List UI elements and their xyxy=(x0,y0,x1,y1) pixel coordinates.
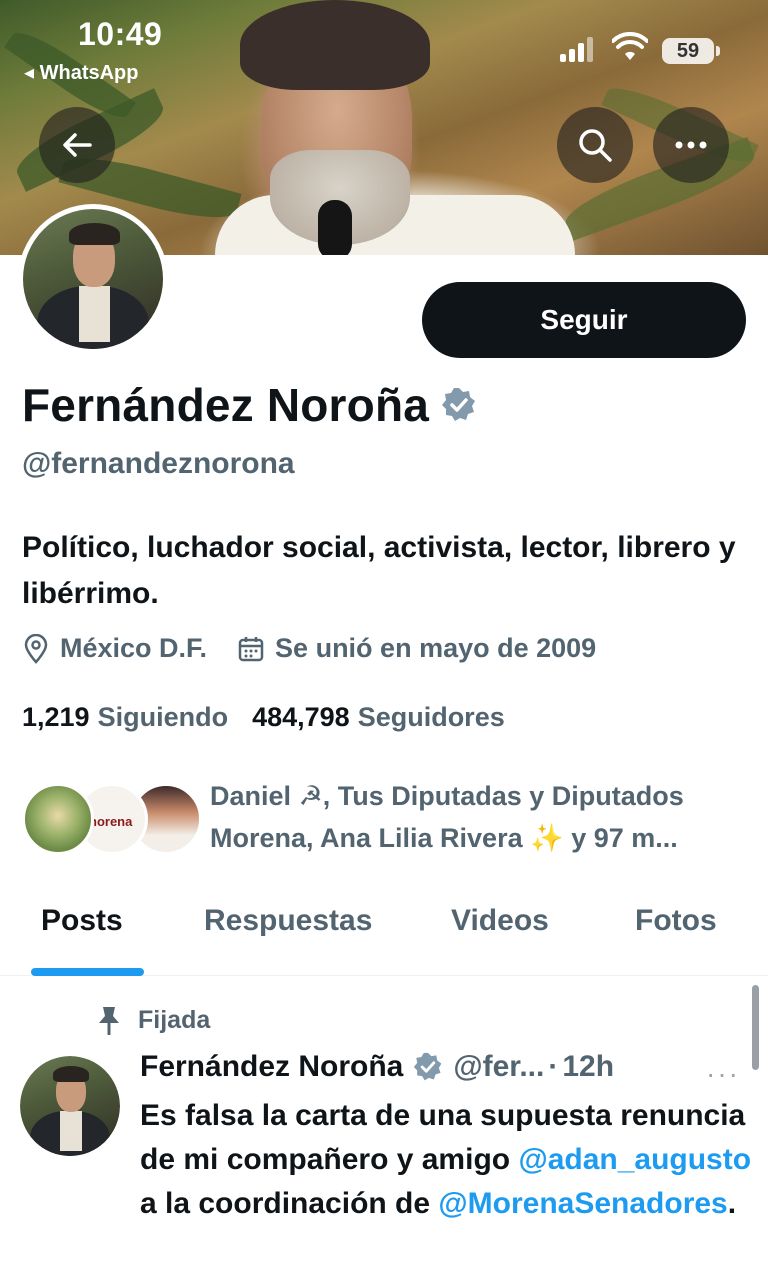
tab-fotos[interactable]: Fotos xyxy=(635,904,717,938)
post-text-part: . xyxy=(727,1187,737,1220)
post-author-name[interactable]: Fernández Noroña xyxy=(140,1050,403,1084)
post-more-button[interactable]: ··· xyxy=(706,1058,740,1090)
cellular-signal-icon xyxy=(560,36,596,62)
post-header: Fernández Noroña @fer... · 12h xyxy=(140,1050,750,1084)
profile-name: Fernández Noroña xyxy=(22,379,430,431)
more-options-button[interactable] xyxy=(653,107,729,183)
post-text-part: a la coordinación de xyxy=(140,1187,439,1220)
back-button[interactable] xyxy=(39,107,115,183)
status-bar: 10:49 ◂ WhatsApp 59 xyxy=(0,0,768,90)
tab-posts[interactable]: Posts xyxy=(41,904,123,938)
followed-by-text: Daniel ☭, Tus Diputadas y Diputados More… xyxy=(210,781,684,853)
more-icon xyxy=(675,141,707,149)
active-tab-indicator xyxy=(31,968,144,976)
follow-button[interactable]: Seguir xyxy=(422,282,746,358)
post-text[interactable]: Es falsa la carta de una supuesta renunc… xyxy=(140,1094,755,1226)
scrollbar[interactable] xyxy=(752,985,759,1070)
follow-counts: 1,219 Siguiendo 484,798 Seguidores xyxy=(22,702,529,733)
profile-meta: México D.F. Se unió en mayo de 2009 xyxy=(22,633,626,664)
wifi-icon xyxy=(612,32,648,60)
location-pin-icon xyxy=(24,633,48,664)
followers-you-know[interactable]: norena Daniel ☭, Tus Diputadas y Diputad… xyxy=(22,775,752,865)
mention-link[interactable]: @MorenaSenadores xyxy=(438,1187,727,1220)
search-icon xyxy=(579,129,612,162)
status-time: 10:49 xyxy=(78,16,163,52)
profile-location: México D.F. xyxy=(60,633,208,663)
verified-badge-icon xyxy=(414,1052,442,1081)
post-author-avatar[interactable] xyxy=(20,1056,120,1156)
profile-bio: Político, luchador social, activista, le… xyxy=(22,531,736,610)
pin-icon xyxy=(99,1007,119,1035)
followers-label[interactable]: Seguidores xyxy=(358,702,505,733)
profile-handle: @fernandeznorona xyxy=(22,447,295,480)
following-label[interactable]: Siguiendo xyxy=(98,702,229,733)
profile-joined-date: Se unió en mayo de 2009 xyxy=(275,633,597,663)
post-separator: · xyxy=(548,1050,559,1083)
post-timestamp[interactable]: 12h xyxy=(562,1050,614,1084)
profile-tabs: Posts Respuestas Videos Fotos xyxy=(0,880,768,976)
tab-videos[interactable]: Videos xyxy=(451,904,549,938)
followers-count[interactable]: 484,798 xyxy=(252,702,350,733)
search-button[interactable] xyxy=(557,107,633,183)
follower-avatar xyxy=(22,783,94,855)
battery-indicator: 59 xyxy=(662,38,720,64)
verified-badge-icon[interactable] xyxy=(441,387,477,423)
post-author-handle[interactable]: @fer... xyxy=(453,1050,544,1084)
pinned-label: Fijada xyxy=(138,1005,211,1034)
mention-link[interactable]: @adan_augusto xyxy=(518,1143,751,1176)
following-count[interactable]: 1,219 xyxy=(22,702,90,733)
profile-name-row: Fernández Noroña xyxy=(22,378,477,432)
tab-respuestas[interactable]: Respuestas xyxy=(204,904,372,938)
arrow-left-icon xyxy=(63,133,92,157)
pinned-label-row: Fijada xyxy=(96,1005,210,1035)
back-to-app-link[interactable]: ◂ WhatsApp xyxy=(24,60,138,85)
calendar-icon xyxy=(238,636,264,661)
profile-avatar[interactable] xyxy=(18,204,168,354)
